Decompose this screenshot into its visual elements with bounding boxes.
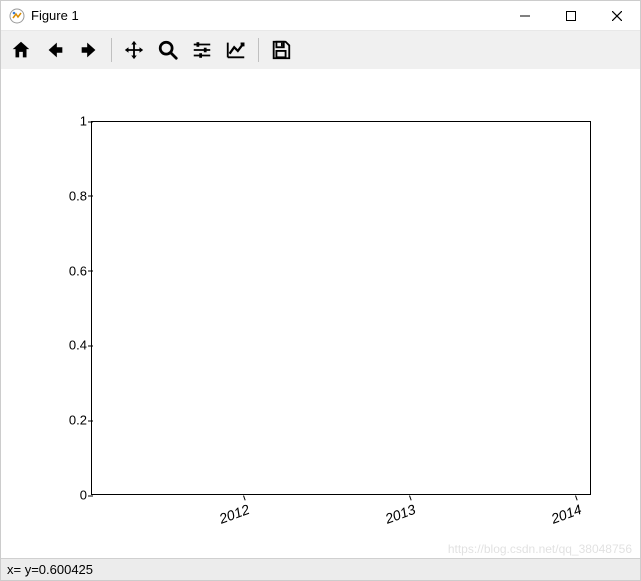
close-button[interactable] [594,1,640,31]
y-tick: 0 [51,488,87,503]
figure-canvas[interactable]: 1 0.8 0.6 0.4 0.2 0 2012 2013 2014 https… [1,69,640,558]
app-icon [9,8,25,24]
save-icon [270,39,292,61]
y-tick: 0.2 [51,413,87,428]
y-tick-label: 0.6 [69,263,87,278]
maximize-button[interactable] [548,1,594,31]
y-tick-label: 0.2 [69,413,87,428]
forward-button[interactable] [73,34,105,66]
x-tick-label: 2013 [383,501,418,527]
move-icon [123,39,145,61]
sliders-icon [191,39,213,61]
arrow-right-icon [78,39,100,61]
y-tick: 1 [51,114,87,129]
arrow-left-icon [44,39,66,61]
x-tick: 2012 [217,501,252,527]
y-tick-label: 0.4 [69,338,87,353]
x-tick-label: 2012 [217,501,252,527]
toolbar-divider [258,38,259,62]
x-tick-label: 2014 [549,501,584,527]
toolbar-divider [111,38,112,62]
y-tick-label: 0 [80,488,87,503]
watermark-text: https://blog.csdn.net/qq_38048756 [448,542,632,556]
home-button[interactable] [5,34,37,66]
x-tick: 2013 [383,501,418,527]
save-button[interactable] [265,34,297,66]
y-tick: 0.8 [51,188,87,203]
window-titlebar: Figure 1 [1,1,640,31]
window-title: Figure 1 [31,8,79,23]
home-icon [10,39,32,61]
edit-axes-button[interactable] [220,34,252,66]
y-tick-label: 0.8 [69,188,87,203]
cursor-coords: x= y=0.600425 [7,562,93,577]
zoom-button[interactable] [152,34,184,66]
y-tick: 0.6 [51,263,87,278]
pan-button[interactable] [118,34,150,66]
minimize-button[interactable] [502,1,548,31]
x-tick: 2014 [549,501,584,527]
magnifier-icon [157,39,179,61]
y-tick: 0.4 [51,338,87,353]
chart-line-icon [225,39,247,61]
configure-subplots-button[interactable] [186,34,218,66]
status-bar: x= y=0.600425 [1,558,640,580]
back-button[interactable] [39,34,71,66]
y-tick-label: 1 [80,114,87,129]
matplotlib-toolbar [1,31,640,69]
axes-frame [91,121,591,495]
